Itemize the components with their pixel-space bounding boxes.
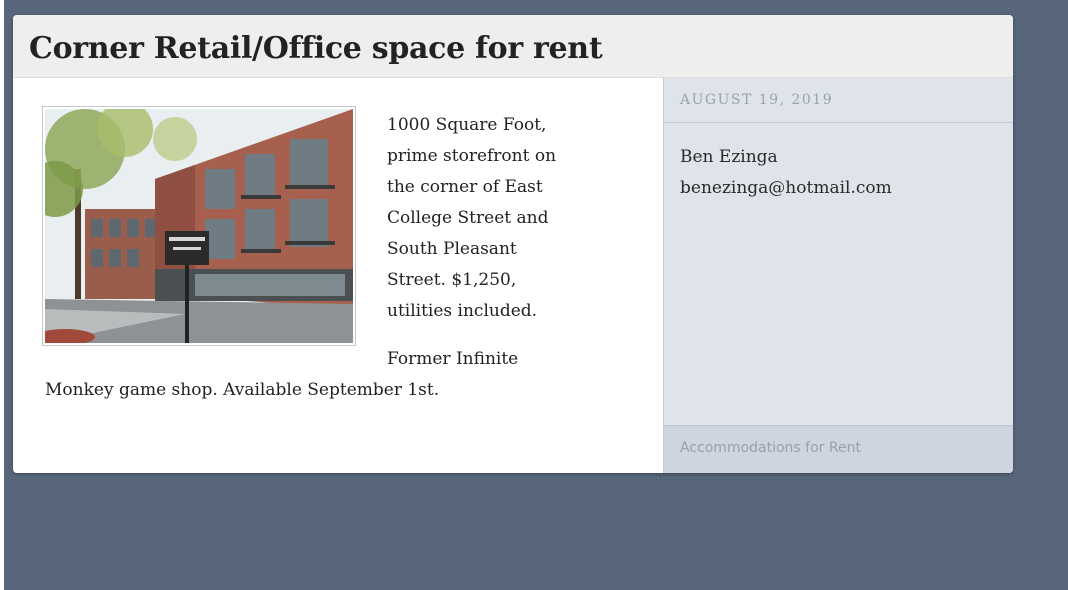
category-bar: Accommodations for Rent — [664, 425, 1013, 473]
listing-sidebar: AUGUST 19, 2019 Ben Ezinga benezinga@hot… — [663, 78, 1013, 473]
post-date-bar: AUGUST 19, 2019 — [664, 78, 1013, 123]
listing-content: 1000 Square Foot, prime storefront on th… — [13, 78, 663, 473]
contact-info: Ben Ezinga benezinga@hotmail.com — [680, 142, 892, 204]
category-link[interactable]: Accommodations for Rent — [680, 440, 861, 456]
page-edge — [0, 0, 4, 590]
card-header: Corner Retail/Office space for rent — [13, 15, 1013, 78]
contact-name: Ben Ezinga — [680, 147, 778, 167]
listing-title: Corner Retail/Office space for rent — [29, 31, 603, 66]
listing-description: 1000 Square Foot, prime storefront on th… — [45, 110, 565, 406]
contact-email[interactable]: benezinga@hotmail.com — [680, 173, 892, 204]
listing-card: Corner Retail/Office space for rent 1000… — [13, 15, 1013, 473]
post-date: AUGUST 19, 2019 — [680, 92, 834, 108]
